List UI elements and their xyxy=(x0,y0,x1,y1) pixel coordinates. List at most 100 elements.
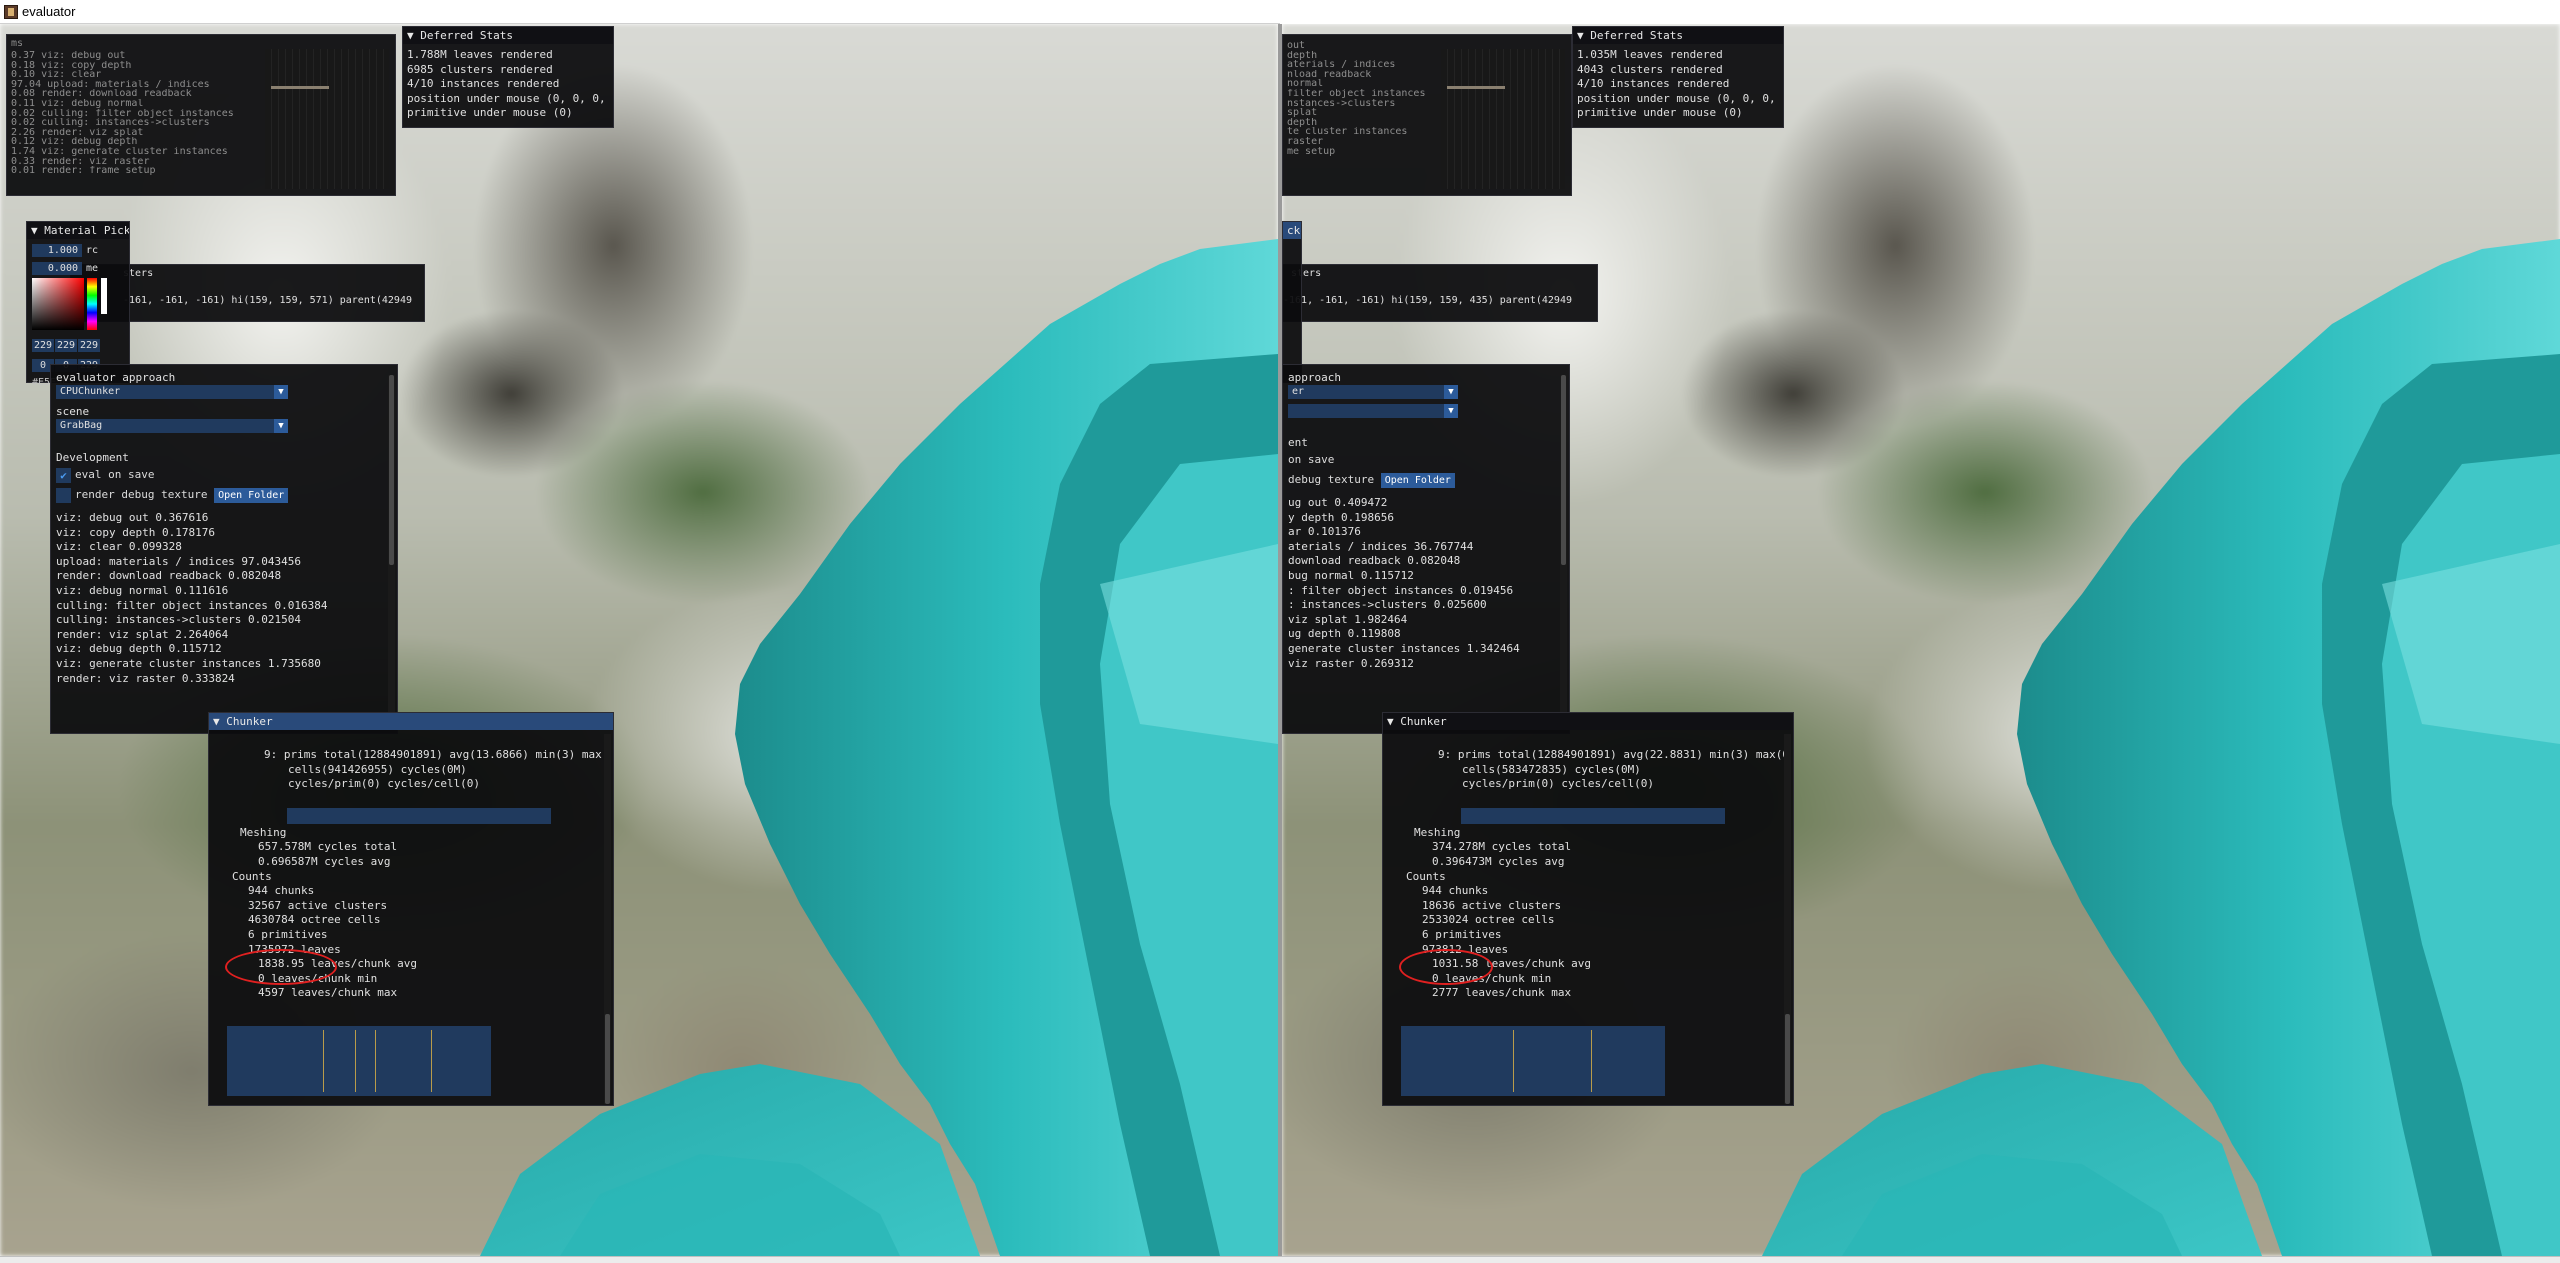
chunker-header[interactable]: ▼ Chunker xyxy=(1383,713,1793,730)
evaluator-panel[interactable]: approach er ▼ ▼ ent on save debug texture… xyxy=(1282,364,1570,734)
chunker-cells: cells(583472835) cycles(0M) xyxy=(1462,762,1641,776)
timing-row: bug normal 0.115712 xyxy=(1288,568,1414,582)
red-annotation-circle xyxy=(225,949,337,985)
timing-row: ug depth 0.119808 xyxy=(1288,627,1401,641)
timing-row: viz: debug depth 0.115712 xyxy=(56,642,222,656)
material-picker-panel[interactable]: ▼ Material Picke 1.000 rc 0.000 me 229 229 2… xyxy=(26,221,130,388)
scrollbar-thumb[interactable] xyxy=(389,375,394,565)
deferred-stats-header[interactable]: ▼ Deferred Stats xyxy=(403,27,613,44)
scene-combo[interactable]: GrabBag ▼ xyxy=(56,419,288,433)
meshing-avg: 0.396473M cycles avg xyxy=(1432,854,1565,868)
count-octree-cells: 2533024 octree cells xyxy=(1422,913,1555,927)
chevron-down-icon[interactable]: ▼ xyxy=(1444,404,1458,418)
count-active-clusters: 32567 active clusters xyxy=(248,898,388,912)
timing-row: : filter object instances 0.019456 xyxy=(1288,583,1514,597)
deferred-stat: primitive under mouse (0) xyxy=(1577,106,1743,120)
leaves-histogram xyxy=(1401,1026,1665,1096)
scrollbar-thumb[interactable] xyxy=(1561,375,1566,565)
evaluator-scrollbar[interactable] xyxy=(1560,375,1567,725)
chunker-panel[interactable]: ▼ Chunker 9: prims total(12884901891) av… xyxy=(1382,712,1794,1106)
color-hue-bar[interactable] xyxy=(87,278,97,330)
color-r-field[interactable]: 229 xyxy=(32,339,54,352)
deferred-stat: 1.035M leaves rendered xyxy=(1577,48,1723,61)
counts-label: Counts xyxy=(232,869,272,883)
histogram-tick xyxy=(1513,1030,1514,1092)
open-folder-button[interactable]: Open Folder xyxy=(214,487,289,503)
count-chunks: 944 chunks xyxy=(248,884,315,898)
timing-row: viz: copy depth 0.178176 xyxy=(56,525,215,539)
timing-row: render: download readback 0.082048 xyxy=(56,569,282,583)
material-picker-header[interactable]: cke xyxy=(1283,222,1301,239)
chunker-panel[interactable]: ▼ Chunker 9: prims total(12884901891) av… xyxy=(208,712,614,1106)
deferred-stats-panel[interactable]: ▼ Deferred Stats 1.788M leaves rendered … xyxy=(402,26,614,128)
color-rgb-fields[interactable]: 229 229 229 xyxy=(32,339,101,352)
chunker-title: Chunker xyxy=(1400,715,1447,728)
render-debug-texture-label: debug texture xyxy=(1288,473,1375,486)
perf-graph xyxy=(265,49,389,189)
deferred-stat: position under mouse (0, 0, 0, 0) xyxy=(407,91,609,105)
chunker-cells: cells(941426955) cycles(0M) xyxy=(288,762,467,776)
timing-row: : instances->clusters 0.025600 xyxy=(1288,598,1487,612)
leaves-max: 2777 leaves/chunk max xyxy=(1432,986,1572,1000)
evaluator-scrollbar[interactable] xyxy=(388,375,395,725)
chunker-prims: 9: prims total(12884901891) avg(13.6866)… xyxy=(264,748,608,761)
timing-row: render: viz splat 2.264064 xyxy=(56,627,229,641)
deferred-stats-title: Deferred Stats xyxy=(420,29,513,42)
color-g-field[interactable]: 229 xyxy=(55,339,77,352)
deferred-stat: position under mouse (0, 0, 0, 0) xyxy=(1577,91,1779,105)
approach-value: CPUChunker xyxy=(60,386,121,397)
color-b-field[interactable]: 229 xyxy=(78,339,100,352)
chevron-down-icon[interactable]: ▼ xyxy=(274,419,288,433)
metallic-field[interactable]: 0.000 xyxy=(32,262,82,275)
timing-row: viz: debug normal 0.111616 xyxy=(56,583,229,597)
title-bar: evaluator xyxy=(0,0,1280,24)
deferred-stat: primitive under mouse (0) xyxy=(407,106,573,120)
chevron-down-icon[interactable]: ▼ xyxy=(274,385,288,399)
chunker-header[interactable]: ▼ Chunker xyxy=(209,713,613,730)
approach-label: evaluator approach xyxy=(56,371,176,384)
approach-combo[interactable]: CPUChunker ▼ xyxy=(56,385,288,399)
material-picker-header[interactable]: ▼ Material Picke xyxy=(27,222,129,239)
count-primitives: 6 primitives xyxy=(248,927,328,941)
right-viewport[interactable]: out depth aterials / indices nload readb… xyxy=(1282,24,2560,1256)
timing-row: generate cluster instances 1.342464 xyxy=(1288,641,1520,655)
count-octree-cells: 4630784 octree cells xyxy=(248,913,381,927)
leaves-histogram xyxy=(227,1026,491,1096)
color-sv-square[interactable] xyxy=(32,278,84,330)
approach-combo[interactable]: er ▼ xyxy=(1288,385,1458,399)
clusters-panel[interactable]: sters -161, -161, -161) hi(159, 159, 435… xyxy=(1282,264,1598,322)
scene-combo[interactable]: ▼ xyxy=(1288,404,1458,418)
chunker-scrollbar[interactable] xyxy=(1784,734,1791,1104)
render-debug-texture-checkbox[interactable] xyxy=(56,487,71,503)
eval-on-save-checkbox[interactable]: ✔ xyxy=(56,467,71,483)
deferred-stat: 1.788M leaves rendered xyxy=(407,48,553,61)
timing-row: ar 0.101376 xyxy=(1288,525,1361,539)
timing-row: viz raster 0.269312 xyxy=(1288,656,1414,670)
window-title: evaluator xyxy=(22,4,76,19)
perf-graph-bar xyxy=(1447,86,1505,89)
scrollbar-thumb[interactable] xyxy=(605,1014,610,1104)
histogram-tick xyxy=(375,1030,376,1092)
eval-on-save-label: on save xyxy=(1288,453,1335,466)
timing-row: viz: debug out 0.367616 xyxy=(56,511,209,524)
chevron-down-icon[interactable]: ▼ xyxy=(1444,385,1458,399)
open-folder-button[interactable]: Open Folder xyxy=(1380,472,1455,488)
left-viewport[interactable]: ms 0.37 viz: debug out 0.18 viz: copy de… xyxy=(0,24,1278,1256)
timing-row: culling: filter object instances 0.01638… xyxy=(56,598,328,612)
perf-overlay: out depth aterials / indices nload readb… xyxy=(1282,34,1572,196)
chunker-scrollbar[interactable] xyxy=(604,734,611,1104)
deferred-stats-header[interactable]: ▼ Deferred Stats xyxy=(1573,27,1783,44)
evaluator-panel[interactable]: evaluator approach CPUChunker ▼ scene Gra… xyxy=(50,364,398,734)
deferred-stats-panel[interactable]: ▼ Deferred Stats 1.035M leaves rendered … xyxy=(1572,26,1784,128)
timing-row: culling: instances->clusters 0.021504 xyxy=(56,613,302,627)
material-picker-panel[interactable]: cke xyxy=(1282,221,1302,383)
deferred-stat: 4043 clusters rendered xyxy=(1577,62,1723,76)
deferred-stat: 4/10 instances rendered xyxy=(1577,77,1730,91)
roughness-field[interactable]: 1.000 xyxy=(32,244,82,257)
scrollbar-thumb[interactable] xyxy=(1785,1014,1790,1104)
timing-row: aterials / indices 36.767744 xyxy=(1288,539,1474,553)
meshing-total: 374.278M cycles total xyxy=(1432,840,1572,854)
histogram-tick xyxy=(355,1030,356,1092)
perf-overlay: ms 0.37 viz: debug out 0.18 viz: copy de… xyxy=(6,34,396,196)
color-alpha-bar[interactable] xyxy=(101,278,107,314)
